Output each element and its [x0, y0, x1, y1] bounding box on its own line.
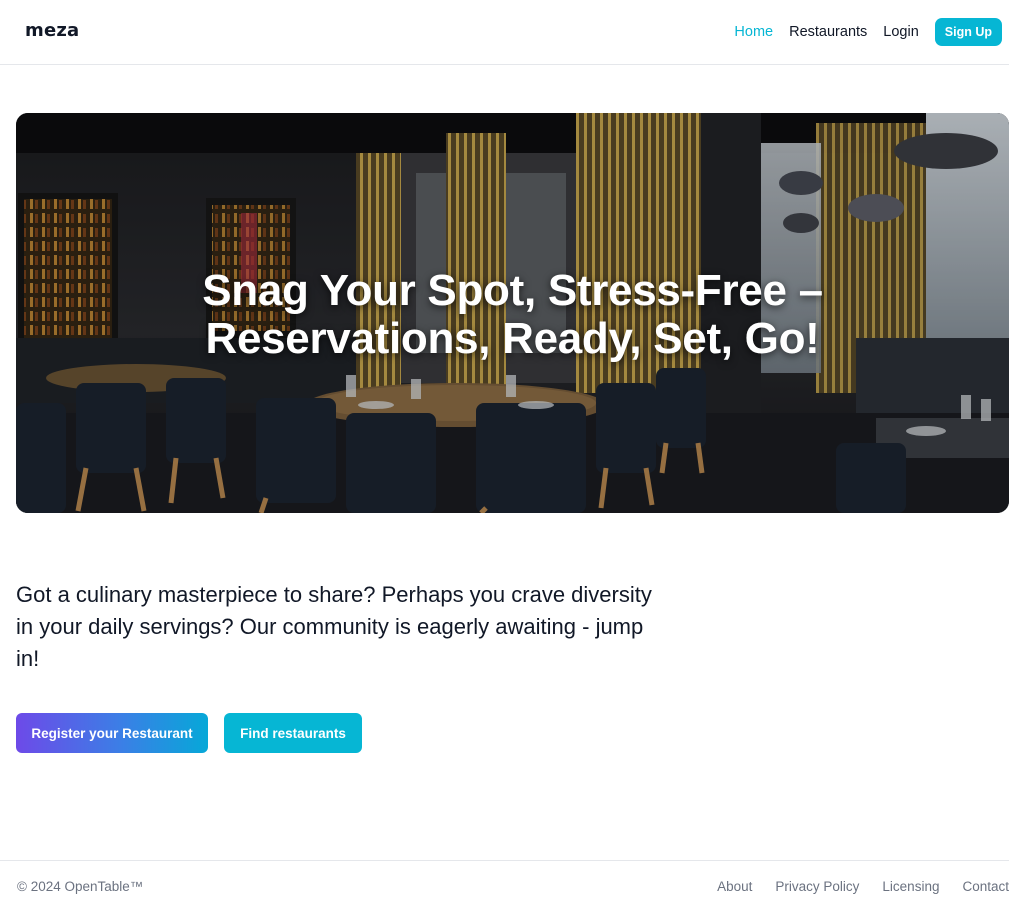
site-header: meza Home Restaurants Login Sign Up — [0, 0, 1009, 65]
hero-title-line-2: Reservations, Ready, Set, Go! — [205, 314, 820, 363]
nav-home-link[interactable]: Home — [734, 24, 773, 40]
main-nav: Home Restaurants Login Sign Up — [718, 18, 1002, 46]
footer-links: About Privacy Policy Licensing Contact — [694, 879, 1009, 894]
hero-title-line-1: Snag Your Spot, Stress-Free – — [202, 266, 823, 315]
hero-title: Snag Your Spot, Stress-Free – Reservatio… — [16, 267, 1009, 363]
find-restaurants-button[interactable]: Find restaurants — [224, 713, 362, 753]
footer-contact-link[interactable]: Contact — [962, 879, 1009, 894]
brand-logo[interactable]: meza — [25, 20, 79, 41]
signup-button[interactable]: Sign Up — [934, 18, 1002, 46]
copyright-text: © 2024 OpenTable™ — [17, 879, 144, 894]
footer-privacy-link[interactable]: Privacy Policy — [775, 879, 859, 894]
nav-login-link[interactable]: Login — [883, 24, 918, 40]
register-restaurant-button[interactable]: Register your Restaurant — [16, 713, 208, 753]
hero-banner: Snag Your Spot, Stress-Free – Reservatio… — [16, 113, 1009, 513]
footer-about-link[interactable]: About — [717, 879, 752, 894]
footer-licensing-link[interactable]: Licensing — [882, 879, 939, 894]
intro-text: Got a culinary masterpiece to share? Per… — [16, 582, 652, 671]
site-footer: © 2024 OpenTable™ About Privacy Policy L… — [0, 860, 1009, 913]
nav-restaurants-link[interactable]: Restaurants — [789, 24, 867, 40]
